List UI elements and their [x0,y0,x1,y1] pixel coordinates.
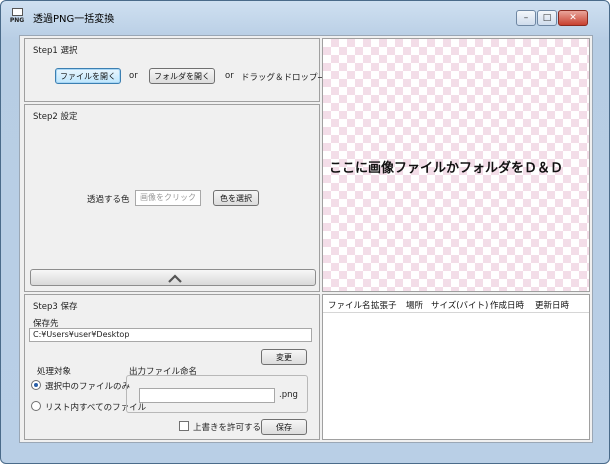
transparent-color-label: 透過する色 [87,195,130,205]
radio-selected-only[interactable] [31,380,41,390]
or-label-1: or [129,71,138,81]
drop-hint-text: ここに画像ファイルかフォルダをＤ＆Ｄ [329,161,564,176]
select-color-button[interactable]: 色を選択 [213,190,259,206]
minimize-button[interactable]: – [516,10,536,26]
window-title: 透過PNG一括変換 [33,14,115,25]
step3-panel: Step3 保存 保存先 C:¥Users¥user¥Desktop 変更 処理… [24,294,320,440]
output-filename-input[interactable] [139,388,275,403]
color-input[interactable]: 画像をクリック [135,190,201,206]
title-bar[interactable]: PNG 透過PNG一括変換 – □ ✕ [1,1,610,31]
open-file-button[interactable]: ファイルを開く [55,68,121,84]
naming-group: .png [126,375,308,413]
file-list-header: ファイル名 拡張子 場所 サイズ(バイト) 作成日時 更新日時 [323,295,589,313]
collapse-settings-bar[interactable] [30,269,316,286]
radio-selected-label: 選択中のファイルのみ [45,382,131,392]
target-label: 処理対象 [37,367,72,377]
file-list[interactable]: ファイル名 拡張子 場所 サイズ(バイト) 作成日時 更新日時 [322,294,590,440]
app-icon: PNG [7,8,27,26]
drag-drop-hint: ドラッグ＆ドロップ→ [241,73,325,83]
or-label-2: or [225,71,234,81]
column-filename[interactable]: ファイル名 [328,299,371,311]
save-path-field[interactable]: C:¥Users¥user¥Desktop [29,328,312,342]
column-size[interactable]: サイズ(バイト) [431,299,488,311]
client-area: Step1 選択 ファイルを開く or フォルダを開く or ドラッグ＆ドロップ… [19,35,593,443]
step3-title: Step3 保存 [33,302,78,312]
overwrite-label: 上書きを許可する [193,423,262,433]
step1-panel: Step1 選択 ファイルを開く or フォルダを開く or ドラッグ＆ドロップ… [24,38,325,102]
step2-panel: Step2 設定 透過する色 画像をクリック 色を選択 [24,104,320,292]
column-created[interactable]: 作成日時 [490,299,524,311]
save-button[interactable]: 保存 [261,419,307,435]
maximize-button[interactable]: □ [537,10,557,26]
column-modified[interactable]: 更新日時 [535,299,569,311]
preview-drop-area[interactable]: ここに画像ファイルかフォルダをＤ＆Ｄ [322,38,590,292]
column-extension[interactable]: 拡張子 [371,299,397,311]
step2-title: Step2 設定 [33,112,78,122]
step1-title: Step1 選択 [33,46,78,56]
overwrite-checkbox[interactable] [179,421,189,431]
column-location[interactable]: 場所 [406,299,423,311]
extension-label: .png [279,390,298,400]
radio-all-files[interactable] [31,401,41,411]
app-window: PNG 透過PNG一括変換 – □ ✕ Step1 選択 ファイルを開く or … [0,0,610,464]
change-button[interactable]: 変更 [261,349,307,365]
open-folder-button[interactable]: フォルダを開く [149,68,215,84]
chevron-up-icon [168,274,182,283]
close-button[interactable]: ✕ [558,10,588,26]
